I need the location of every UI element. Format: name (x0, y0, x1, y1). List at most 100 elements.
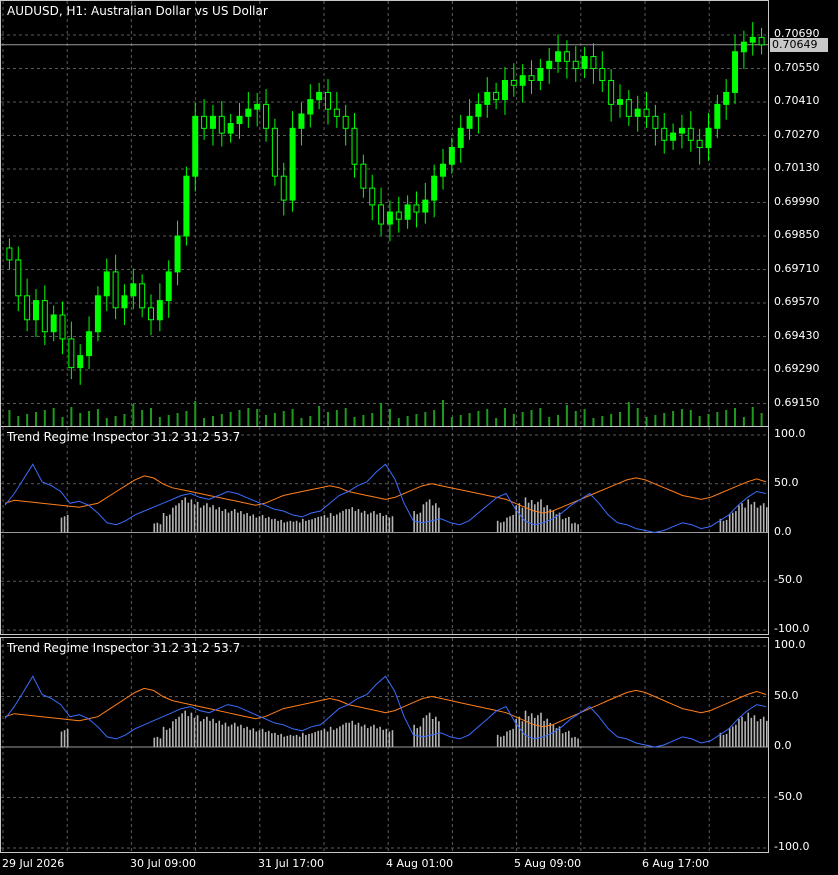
histogram-bar (521, 507, 524, 533)
histogram-bar (363, 510, 366, 533)
histogram-bar (434, 716, 437, 747)
volume-bar (17, 416, 20, 426)
histogram-bar (292, 521, 295, 533)
candle-body (201, 115, 208, 129)
candle-body (236, 115, 243, 125)
histogram-bar (354, 510, 357, 533)
histogram-bar (766, 507, 768, 533)
histogram-bar (571, 523, 573, 533)
histogram-bar (747, 712, 750, 747)
candle-body (227, 123, 234, 134)
candle-body (245, 108, 252, 117)
histogram-bar (187, 502, 190, 533)
indicator-pane-2[interactable]: Trend Regime Inspector 31.2 31.2 53.7 (0, 637, 769, 853)
histogram-bar (258, 516, 261, 533)
histogram-bar (741, 503, 743, 533)
volume-bar (521, 412, 524, 426)
histogram-bar (215, 722, 217, 747)
price-axis-label: 0.69430 (774, 328, 820, 342)
histogram-bar (512, 728, 514, 747)
histogram-bar (261, 514, 264, 533)
histogram-bar (499, 522, 502, 533)
current-price-label: 0.70649 (770, 38, 828, 52)
volume-bar (123, 414, 126, 426)
histogram-bar (286, 735, 289, 747)
volume-bar (344, 408, 347, 426)
volume-bar (34, 412, 37, 426)
histogram-bar (298, 736, 301, 747)
volume-bar (141, 410, 144, 426)
volume-bar (636, 408, 639, 426)
volume-bar (8, 410, 11, 426)
candle-body (130, 283, 137, 297)
volume-bar (326, 412, 329, 426)
histogram-bar (295, 734, 298, 747)
histogram-bar (289, 520, 292, 533)
histogram-bar (561, 733, 564, 747)
volume-bar (725, 410, 728, 426)
histogram-bar (317, 516, 320, 533)
candle-body (599, 68, 606, 81)
candle-body (466, 115, 473, 129)
histogram-bar (295, 520, 298, 533)
histogram-bar (537, 501, 539, 533)
volume-bar (477, 411, 480, 426)
indicator-axis-label: 0.0 (774, 739, 792, 752)
volume-bar (43, 410, 46, 426)
indicator-axis-label: -50.0 (774, 573, 803, 587)
histogram-bar (509, 730, 511, 747)
histogram-bar (162, 513, 165, 533)
volume-bar (291, 409, 294, 426)
histogram-bar (311, 519, 313, 533)
histogram-bar (190, 499, 193, 533)
time-axis-label: 30 Jul 09:00 (130, 857, 196, 870)
histogram-bar (323, 728, 326, 747)
histogram-bar (413, 724, 415, 747)
histogram-bar (728, 514, 731, 533)
histogram-bar (277, 734, 279, 747)
histogram-bar (499, 736, 502, 747)
indicator-pane-1[interactable]: Trend Regime Inspector 31.2 31.2 53.7 (0, 426, 769, 635)
candle-body (440, 163, 447, 177)
histogram-bar (320, 730, 323, 747)
histogram-bar (237, 512, 239, 533)
histogram-bar (750, 504, 753, 533)
volume-bar (256, 409, 259, 426)
volume-bar (654, 415, 657, 426)
histogram-bar (744, 507, 746, 533)
histogram-bar (156, 736, 159, 747)
histogram-bar (366, 728, 369, 747)
histogram-bar (735, 511, 737, 533)
volume-bar (79, 413, 82, 426)
histogram-bar (382, 729, 385, 747)
histogram-bar (240, 724, 242, 747)
volume-bar (52, 408, 55, 426)
histogram-bar (172, 507, 174, 533)
histogram-bar (379, 726, 381, 747)
volume-bar (397, 418, 400, 426)
histogram-bar (184, 497, 187, 533)
histogram-bar (258, 730, 261, 747)
histogram-bar (373, 511, 375, 533)
histogram-bar (530, 500, 533, 533)
histogram-bar (540, 712, 542, 747)
histogram-bar (496, 734, 499, 747)
candle-body (705, 127, 712, 148)
volume-bar (211, 416, 214, 426)
histogram-bar (558, 726, 561, 747)
histogram-bar (564, 732, 567, 747)
histogram-bar (196, 715, 199, 747)
volume-bar (539, 408, 542, 426)
candle-body (484, 91, 491, 105)
indicator-1-canvas (1, 427, 768, 634)
volume-bar (689, 410, 692, 426)
candle-body (112, 271, 119, 309)
candle-body (369, 187, 376, 206)
histogram-bar (221, 724, 224, 747)
indicator-axis-label: 100.0 (774, 638, 806, 651)
histogram-bar (422, 504, 425, 533)
histogram-bar (329, 726, 332, 747)
price-chart-pane[interactable]: AUDUSD, H1: Australian Dollar vs US Doll… (0, 0, 769, 427)
volume-bar (592, 418, 595, 426)
volume-bar (574, 411, 577, 426)
